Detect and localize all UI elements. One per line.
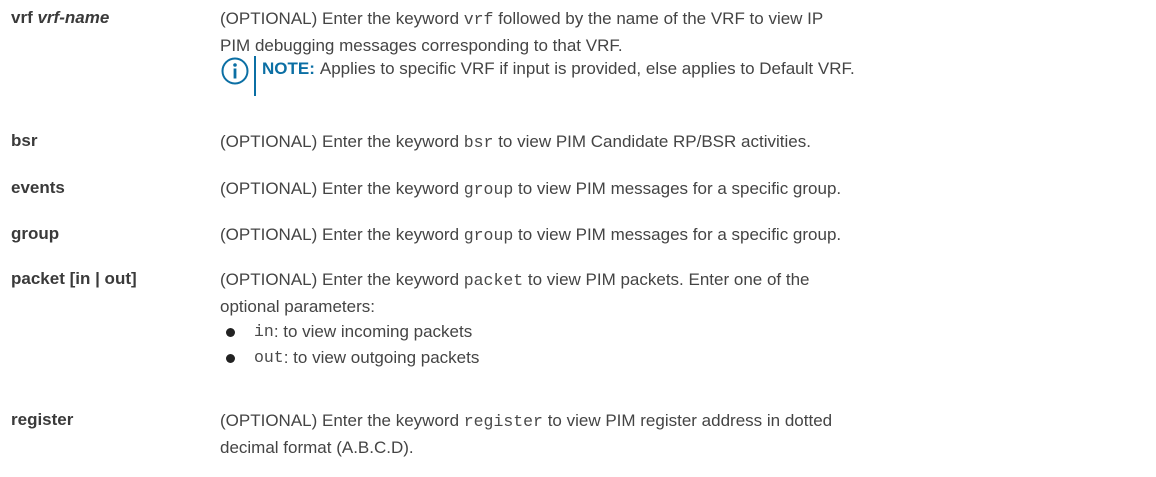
list-item: in: to view incoming packets xyxy=(220,319,479,345)
desc-text: (OPTIONAL) Enter the keyword xyxy=(220,270,464,289)
param-name: packet [in | out] xyxy=(11,269,137,288)
desc-text: (OPTIONAL) Enter the keyword xyxy=(220,225,464,244)
desc-text: optional parameters: xyxy=(220,297,375,316)
param-name: register xyxy=(11,410,74,429)
note-box: NOTE: Applies to specific VRF if input i… xyxy=(220,56,855,96)
desc-text: (OPTIONAL) Enter the keyword xyxy=(220,132,464,151)
inline-code: out xyxy=(254,348,284,367)
desc-text: decimal format (A.B.C.D). xyxy=(220,438,414,457)
list-item: out: to view outgoing packets xyxy=(220,345,479,371)
param-argument: vrf-name xyxy=(37,8,110,27)
desc-text: to view PIM messages for a specific grou… xyxy=(513,179,842,198)
inline-code: group xyxy=(463,180,514,199)
option-text: : to view incoming packets xyxy=(273,322,473,341)
note-label: NOTE: xyxy=(262,59,315,78)
bullet-icon xyxy=(226,327,235,337)
param-name: vrf vrf-name xyxy=(11,8,109,28)
desc-text: to view PIM Candidate RP/BSR activities. xyxy=(493,132,811,151)
param-keyword: vrf xyxy=(11,8,33,27)
bullet-icon xyxy=(226,353,235,363)
desc-text: to view PIM register address in dotted xyxy=(542,411,833,430)
info-icon xyxy=(221,57,249,85)
param-description: (OPTIONAL) Enter the keyword bsr to view… xyxy=(220,129,1150,156)
param-description: (OPTIONAL) Enter the keyword vrf followe… xyxy=(220,6,1150,59)
param-description: (OPTIONAL) Enter the keyword group to vi… xyxy=(220,176,1150,203)
desc-text: (OPTIONAL) Enter the keyword xyxy=(220,411,464,430)
desc-text: (OPTIONAL) Enter the keyword xyxy=(220,179,464,198)
desc-text: to view PIM messages for a specific grou… xyxy=(513,225,842,244)
inline-code: in xyxy=(254,322,274,341)
note-text: Applies to specific VRF if input is prov… xyxy=(319,59,855,78)
inline-code: vrf xyxy=(463,10,494,29)
param-name: bsr xyxy=(11,131,38,150)
note-divider xyxy=(254,56,256,96)
desc-text: (OPTIONAL) Enter the keyword xyxy=(220,9,464,28)
param-name: group xyxy=(11,224,60,243)
inline-code: register xyxy=(463,412,543,431)
desc-text: followed by the name of the VRF to view … xyxy=(493,9,824,28)
option-list: in: to view incoming packets out: to vie… xyxy=(220,319,479,371)
param-description: (OPTIONAL) Enter the keyword register to… xyxy=(220,408,1150,461)
desc-text: to view PIM packets. Enter one of the xyxy=(523,270,810,289)
inline-code: packet xyxy=(463,271,524,290)
param-name: events xyxy=(11,178,65,197)
param-description: (OPTIONAL) Enter the keyword group to vi… xyxy=(220,222,1150,249)
inline-code: group xyxy=(463,226,514,245)
option-text: : to view outgoing packets xyxy=(283,348,480,367)
inline-code: bsr xyxy=(463,133,494,152)
param-description: (OPTIONAL) Enter the keyword packet to v… xyxy=(220,267,1150,320)
